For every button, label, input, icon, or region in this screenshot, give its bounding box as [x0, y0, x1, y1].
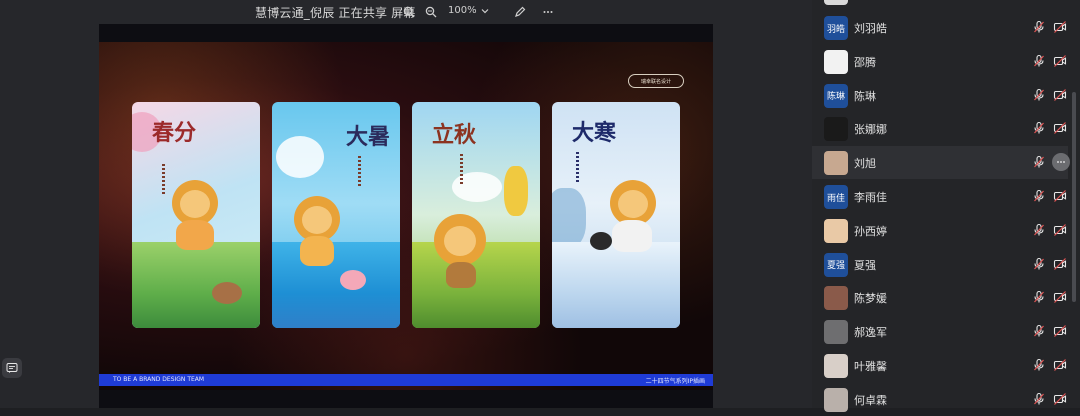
camera-off-icon[interactable] [1053, 223, 1067, 237]
more-icon [1057, 161, 1065, 164]
mic-muted-icon[interactable] [1032, 121, 1046, 135]
participant-row[interactable] [812, 0, 1068, 9]
participant-name: 叶雅馨 [854, 360, 887, 373]
participant-name: 何卓霖 [854, 393, 887, 407]
mic-muted-icon[interactable] [1032, 223, 1046, 237]
camera-off-icon[interactable] [1053, 88, 1067, 102]
camera-off-icon[interactable] [1053, 189, 1067, 203]
more-icon[interactable] [539, 3, 557, 21]
mic-muted-icon[interactable] [1032, 392, 1046, 406]
card-title: 大寒 [572, 120, 617, 146]
participant-name: 李雨佳 [854, 191, 887, 204]
chevron-down-icon [481, 8, 489, 13]
solar-term-card: 大寒 [552, 102, 680, 328]
avatar: 羽皓 [824, 16, 848, 40]
participant-row[interactable]: 叶雅馨 [812, 349, 1068, 382]
participant-name: 刘旭 [854, 157, 876, 171]
camera-off-icon[interactable] [1053, 358, 1067, 372]
card-title: 大暑 [346, 124, 391, 150]
camera-off-icon[interactable] [1053, 324, 1067, 338]
avatar: 雨佳 [824, 185, 848, 209]
avatar [824, 117, 848, 142]
participant-row[interactable]: 孙西婷 [812, 214, 1068, 247]
participant-row[interactable]: 羽皓 刘羽皓 [812, 11, 1068, 44]
camera-off-icon[interactable] [1053, 54, 1067, 68]
chat-button[interactable] [2, 358, 22, 378]
participant-row[interactable]: 何卓霖 [812, 383, 1068, 416]
participant-name: 陈琳 [854, 89, 876, 103]
camera-off-icon[interactable] [1053, 257, 1067, 271]
participant-row[interactable]: 夏强 夏强 [812, 248, 1068, 281]
zoom-level: 100% [448, 5, 477, 16]
camera-off-icon[interactable] [1053, 290, 1067, 304]
shared-screen: 瑞幸联名设计 春分 大暑 立秋 大寒 TO BE A BRAND DESIGN … [99, 24, 713, 408]
participant-row[interactable]: 郝逸军 [812, 315, 1068, 348]
participant-name: 陈梦媛 [854, 292, 887, 306]
avatar: 陈琳 [824, 83, 848, 108]
share-toolbar: 慧博云通_倪辰 正在共享 屏幕 100% [0, 0, 812, 24]
mic-muted-icon[interactable] [1032, 257, 1046, 271]
participant-name: 刘羽皓 [854, 22, 887, 35]
solar-term-card: 立秋 [412, 102, 540, 328]
avatar [824, 320, 848, 345]
pen-icon[interactable] [511, 3, 529, 21]
camera-off-icon[interactable] [1053, 392, 1067, 406]
participant-row[interactable]: 雨佳 李雨佳 [812, 180, 1068, 213]
participant-row[interactable]: 陈琳 陈琳 [812, 79, 1068, 112]
avatar [824, 49, 848, 74]
zoom-select[interactable]: 100% [448, 5, 489, 16]
camera-off-icon[interactable] [1053, 121, 1067, 135]
slide-footer-band: TO BE A BRAND DESIGN TEAM 二十四节气系列IP插画 [99, 374, 713, 386]
participant-row[interactable]: 陈梦媛 [812, 281, 1068, 314]
zoom-in-icon[interactable] [400, 3, 418, 21]
zoom-out-icon[interactable] [422, 3, 440, 21]
solar-term-card: 大暑 [272, 102, 400, 328]
mic-muted-icon[interactable] [1032, 54, 1046, 68]
participant-row[interactable]: 刘旭 [812, 146, 1070, 180]
participant-name: 郝逸军 [854, 326, 887, 340]
participant-more-button[interactable] [1052, 153, 1070, 172]
mic-muted-icon[interactable] [1032, 290, 1046, 304]
avatar [824, 354, 848, 378]
slide-badge: 瑞幸联名设计 [628, 74, 684, 88]
participant-name: 张娜娜 [854, 123, 887, 137]
participant-row[interactable]: 邵腾 [812, 45, 1068, 78]
avatar [824, 0, 848, 5]
mic-muted-icon[interactable] [1032, 155, 1046, 169]
solar-term-card: 春分 [132, 102, 260, 328]
participant-name: 邵腾 [854, 55, 876, 69]
camera-off-icon[interactable] [1053, 20, 1067, 34]
participants-panel: 羽皓 刘羽皓 邵腾 陈琳 陈琳 张娜娜 刘旭 雨佳 李雨佳 孙西婷 夏强 夏强 … [812, 0, 1080, 412]
mic-muted-icon[interactable] [1032, 324, 1046, 338]
participant-row[interactable]: 张娜娜 [812, 112, 1068, 145]
card-title: 立秋 [432, 122, 477, 148]
slide-footer-left: TO BE A BRAND DESIGN TEAM [113, 376, 205, 383]
card-title: 春分 [152, 120, 197, 146]
slide-footer-right: 二十四节气系列IP插画 [645, 378, 705, 385]
participant-name: 孙西婷 [854, 224, 887, 238]
mic-muted-icon[interactable] [1032, 358, 1046, 372]
share-title: 慧博云通_倪辰 正在共享 屏幕 [255, 6, 416, 20]
screen-share-panel: 慧博云通_倪辰 正在共享 屏幕 100% 瑞幸联名设计 春分 大暑 立秋 大寒 … [0, 0, 812, 408]
mic-muted-icon[interactable] [1032, 88, 1046, 102]
participant-name: 夏强 [854, 258, 876, 272]
avatar [824, 218, 848, 243]
mic-muted-icon[interactable] [1032, 189, 1046, 203]
chat-icon [6, 363, 18, 373]
scrollbar[interactable] [1072, 92, 1076, 302]
avatar [824, 286, 848, 311]
avatar [824, 151, 848, 176]
mic-muted-icon[interactable] [1032, 20, 1046, 34]
avatar [824, 387, 848, 412]
avatar: 夏强 [824, 252, 848, 277]
